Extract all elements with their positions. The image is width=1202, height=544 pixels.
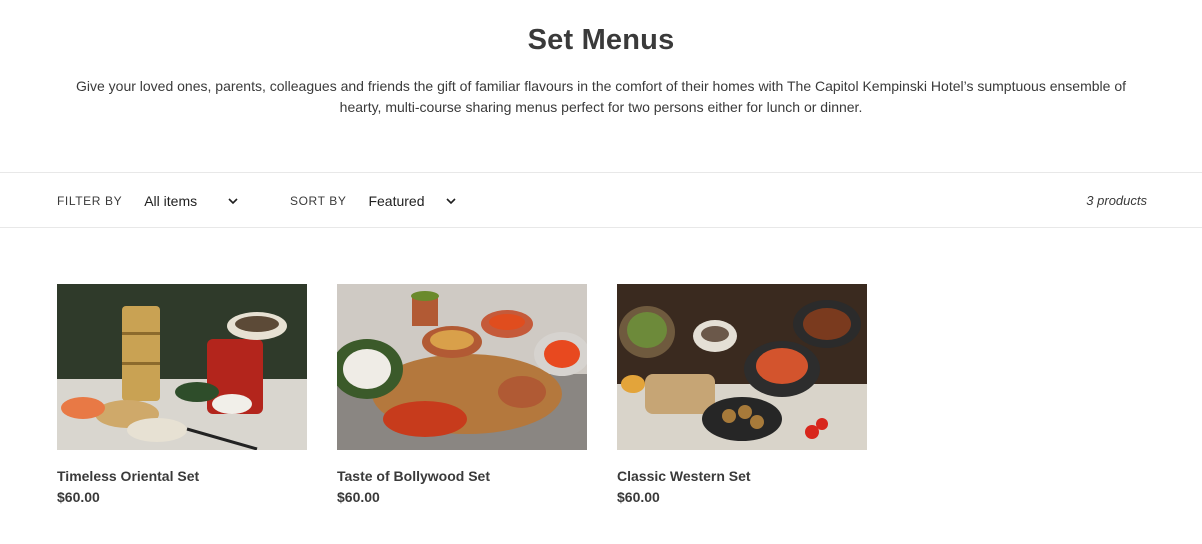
sort-select[interactable]: Featured	[368, 193, 456, 209]
western-food-photo[interactable]	[617, 284, 867, 450]
filter-label: FILTER BY	[57, 194, 123, 208]
filter-group: FILTER BY All items	[57, 173, 239, 229]
product-name[interactable]: Taste of Bollywood Set	[337, 467, 587, 485]
filter-select[interactable]: All items	[144, 193, 239, 209]
collection-header: Set Menus Give your loved ones, parents,…	[0, 0, 1202, 118]
page-title: Set Menus	[527, 24, 675, 56]
filter-sort-bar: FILTER BY All items SORT BY Featured 3 p…	[0, 172, 1202, 228]
filter-select-value: All items	[144, 193, 198, 209]
indian-food-photo[interactable]	[337, 284, 587, 450]
oriental-food-photo[interactable]	[57, 284, 307, 450]
product-price: $60.00	[337, 489, 380, 505]
sort-group: SORT BY Featured	[290, 173, 457, 229]
product-price: $60.00	[617, 489, 660, 505]
chevron-down-icon	[228, 198, 238, 205]
product-card-timeless-oriental[interactable]: Timeless Oriental Set $60.00	[57, 284, 307, 506]
product-name[interactable]: Classic Western Set	[617, 467, 867, 485]
product-name[interactable]: Timeless Oriental Set	[57, 467, 307, 485]
sort-label: SORT BY	[290, 194, 347, 208]
product-card-classic-western[interactable]: Classic Western Set $60.00	[617, 284, 867, 506]
sort-select-value: Featured	[368, 193, 425, 209]
product-count: 3 products	[1086, 193, 1147, 208]
product-card-taste-of-bollywood[interactable]: Taste of Bollywood Set $60.00	[337, 284, 587, 506]
product-price: $60.00	[57, 489, 100, 505]
collection-description: Give your loved ones, parents, colleague…	[75, 78, 1126, 115]
chevron-down-icon	[445, 198, 456, 205]
